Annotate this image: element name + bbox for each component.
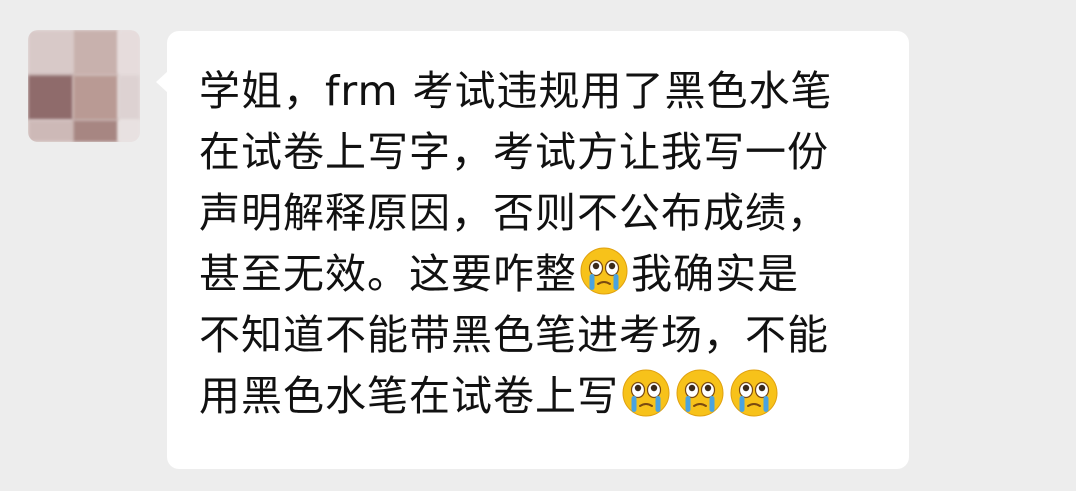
avatar-blur-block xyxy=(28,30,73,75)
message-line: 学姐，frm 考试违规用了黑色水笔 xyxy=(199,67,833,115)
chat-view: 学姐，frm 考试违规用了黑色水笔 在试卷上写字，考试方让我写一份 声明解释原因… xyxy=(0,0,1076,491)
avatar-blur-block xyxy=(73,75,118,120)
avatar-blur-block xyxy=(118,75,140,120)
avatar-blur-block xyxy=(28,75,73,120)
message-line: 声明解释原因，否则不公布成绩， xyxy=(199,189,829,237)
message-line: 在试卷上写字，考试方让我写一份 xyxy=(199,128,829,176)
avatar-blur-block xyxy=(28,120,73,142)
crying-face-emoji xyxy=(676,369,724,417)
crying-face-emoji xyxy=(730,369,778,417)
message-line: 用黑色水笔在试卷上写 xyxy=(199,366,879,427)
message-text: 甚至无效。这要咋整 xyxy=(199,250,577,298)
message-line: 甚至无效。这要咋整 我确实是 xyxy=(199,244,879,305)
avatar-blur-block xyxy=(73,30,118,75)
message-bubble[interactable]: 学姐，frm 考试违规用了黑色水笔 在试卷上写字，考试方让我写一份 声明解释原因… xyxy=(156,31,909,469)
avatar-blur-block xyxy=(118,30,140,75)
message-line: 不知道不能带黑色笔进考场，不能 xyxy=(199,311,829,359)
sender-avatar[interactable] xyxy=(28,30,140,142)
message-text: 用黑色水笔在试卷上写 xyxy=(199,372,619,420)
crying-face-emoji xyxy=(622,369,670,417)
message-text: 我确实是 xyxy=(631,250,799,298)
avatar-blur-block xyxy=(73,120,118,142)
avatar-blur-block xyxy=(118,120,140,142)
crying-face-emoji xyxy=(580,247,628,295)
